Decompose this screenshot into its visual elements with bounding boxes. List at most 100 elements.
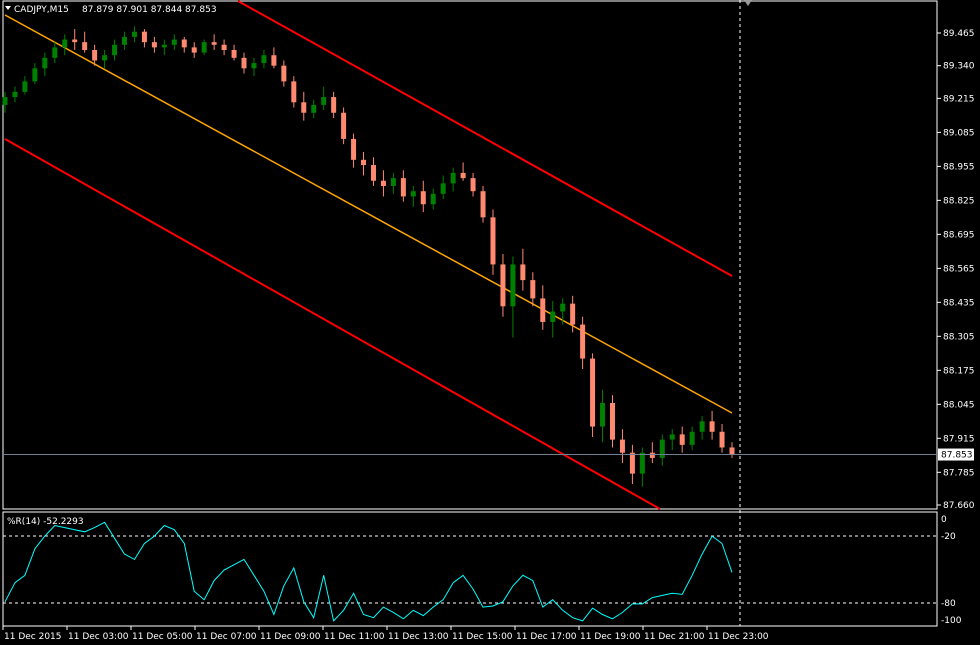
candle-body [22,81,28,92]
candle-body [161,44,167,48]
candle-body [291,81,297,103]
candle-body [719,431,725,448]
time-tick-label: 11 Dec 07:00 [196,632,257,642]
candle-body [321,97,327,105]
candle-body [82,42,88,50]
chart-background [0,0,980,645]
candle-body [191,47,197,53]
candle-body [490,217,496,265]
time-tick-label: 11 Dec 11:00 [324,632,385,642]
candle-body [122,36,128,45]
candle-body [370,165,376,181]
price-tick-label: 87.785 [943,468,975,478]
candle-body [181,39,187,48]
candle [590,353,596,438]
candle-body [42,57,48,69]
chart-symbol-title: CADJPY,M15 [14,5,69,15]
price-tick-label: 88.435 [943,298,975,308]
candle-body [420,191,426,205]
wpr-axis-minus100: -100 [941,616,962,626]
wpr-axis-minus20: -20 [941,532,956,542]
time-tick-label: 11 Dec 15:00 [452,632,513,642]
price-tick-label: 89.215 [943,94,975,104]
price-tick-label: 88.825 [943,196,975,206]
candle-body [141,31,147,43]
candle-body [281,65,287,82]
price-tick-label: 88.175 [943,366,975,376]
candle-body [231,49,237,58]
candle [341,107,347,145]
candle-body [639,452,645,474]
price-tick-label: 88.955 [943,162,975,172]
candle-body [560,303,566,312]
candle-body [410,191,416,197]
candle-body [221,44,227,50]
candle-body [261,55,267,64]
price-axis: 89.465 89.340 89.215 89.085 88.955 88.825 88.6… [937,29,975,511]
price-tick-label: 88.305 [943,332,975,342]
candle-body [62,39,68,48]
price-tick-label: 89.085 [943,128,975,138]
candle-body [609,403,615,440]
price-tick-label: 88.695 [943,230,975,240]
candle-body [689,431,695,445]
candle-body [2,97,8,105]
candle-body [619,439,625,453]
candle-body [679,434,685,445]
candle-body [480,191,486,218]
candle-body [12,91,18,98]
candle-body [540,298,546,322]
candle-body [52,47,58,58]
price-tick-label: 89.340 [943,62,975,72]
time-tick-label: 11 Dec 19:00 [580,632,641,642]
candle-body [699,421,705,432]
wpr-axis-minus80: -80 [941,599,956,609]
candle-body [450,172,456,184]
price-tick-label: 87.660 [943,501,975,511]
candle-body [251,63,257,69]
candle-body [390,178,396,186]
candle-body [32,68,38,82]
candle-body [440,183,446,194]
time-tick-label: 11 Dec 21:00 [644,632,705,642]
candle-body [331,97,337,113]
candle-body [380,180,386,186]
price-tick-label: 89.465 [943,29,975,39]
time-tick-label: 11 Dec 23:00 [708,632,769,642]
candle [480,185,486,223]
candle-body [151,42,157,48]
candle-body [102,55,108,61]
candle-body [341,112,347,139]
candle-body [171,39,177,45]
candle-body [659,439,665,458]
time-tick-label: 11 Dec 03:00 [68,632,129,642]
candle-body [629,452,635,474]
candle-body [709,421,715,432]
candle-body [460,172,466,179]
current-price-label: 87.853 [941,451,973,461]
candle-body [301,102,307,113]
candle-body [430,193,436,205]
candle-body [669,434,675,440]
price-tick-label: 87.915 [943,434,975,444]
candle-body [271,55,277,66]
chart-ohlc-values: 87.879 87.901 87.844 87.853 [82,5,217,15]
candle-body [470,178,476,192]
candle-body [311,104,317,113]
candle-body [580,324,586,359]
price-chart[interactable]: 89.465 89.340 89.215 89.085 88.955 88.825 88.6… [0,0,980,645]
candle-body [550,311,556,322]
wpr-axis-0: 0 [941,515,947,525]
time-tick-label: 11 Dec 13:00 [388,632,449,642]
price-tick-label: 88.565 [943,264,975,274]
time-tick-label: 11 Dec 09:00 [260,632,321,642]
time-tick-label: 11 Dec 2015 [4,632,62,642]
time-tick-label: 11 Dec 05:00 [132,632,193,642]
candle-body [600,403,606,427]
indicator-label: %R(14) -52.2293 [7,517,84,527]
candle-body [570,303,576,325]
price-tick-label: 88.045 [943,400,975,410]
candle-body [112,44,118,56]
candle-body [211,42,217,45]
candle-body [530,280,536,299]
